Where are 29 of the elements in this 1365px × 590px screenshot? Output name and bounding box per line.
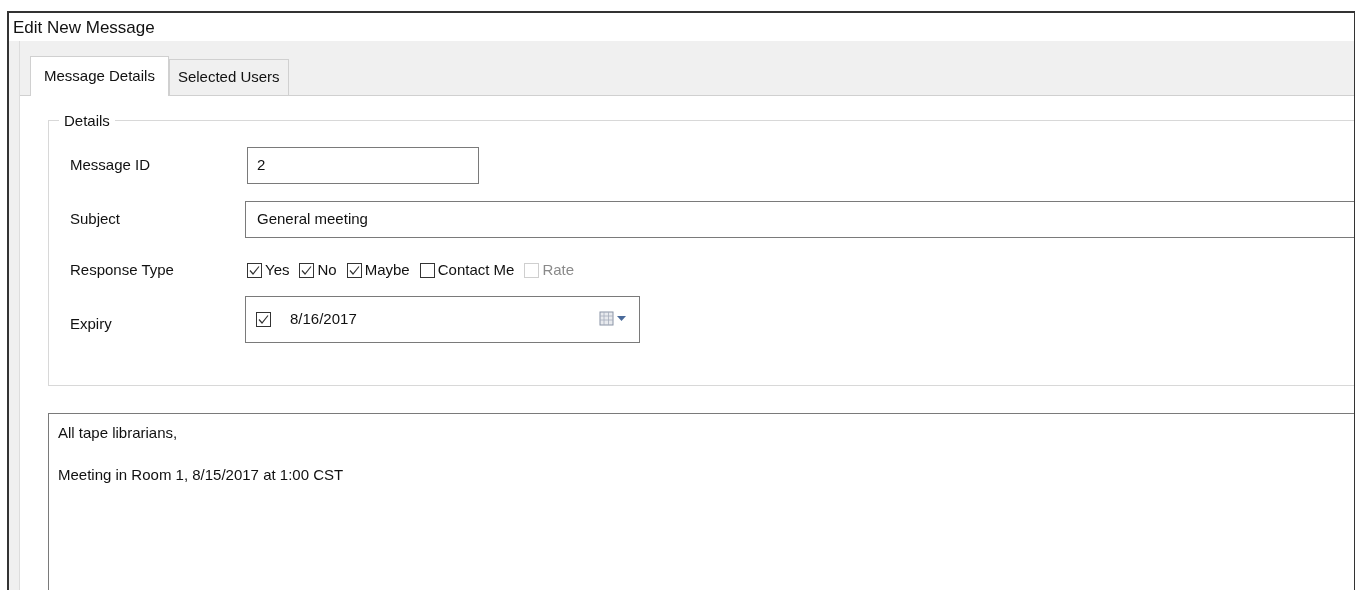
date-value: 8/16/2017 — [290, 308, 358, 329]
field-label: Subject — [70, 208, 122, 229]
date-picker[interactable]: 8/16/2017 — [245, 295, 640, 343]
checkbox[interactable] — [299, 263, 315, 278]
message-line: Meeting in Room 1, 8/15/2017 at 1:00 CST — [58, 465, 345, 485]
checkbox-label: Contact Me — [437, 260, 515, 281]
checkbox-label: Rate — [542, 260, 575, 281]
checkbox[interactable] — [419, 263, 435, 278]
checkbox-label: Maybe — [364, 260, 410, 281]
checkbox-label: Yes — [265, 260, 290, 281]
message-line: All tape librarians, — [58, 422, 179, 443]
field-label: Message ID — [70, 154, 152, 175]
check-icon — [258, 313, 269, 325]
checkbox-label: No — [317, 260, 337, 281]
field-label: Expiry — [70, 313, 113, 334]
input-field[interactable]: 2 — [247, 146, 479, 184]
check-icon — [249, 265, 260, 276]
check-icon — [348, 265, 360, 276]
tab[interactable]: Message Details — [30, 55, 169, 96]
window-title: Edit New Message — [13, 17, 155, 39]
checkbox[interactable] — [247, 263, 262, 278]
tab[interactable]: Selected Users — [168, 58, 289, 95]
checkbox[interactable] — [256, 311, 271, 327]
check-icon — [301, 265, 313, 276]
field-label: Response Type — [70, 260, 175, 281]
calendar-dropdown-icon[interactable] — [599, 311, 629, 327]
message-text-area[interactable]: All tape librarians, Meeting in Room 1, 8/15/2017 at 1:00 CST — [48, 412, 1354, 590]
checkbox[interactable] — [346, 263, 362, 278]
input-field[interactable]: General meeting — [245, 200, 1354, 238]
